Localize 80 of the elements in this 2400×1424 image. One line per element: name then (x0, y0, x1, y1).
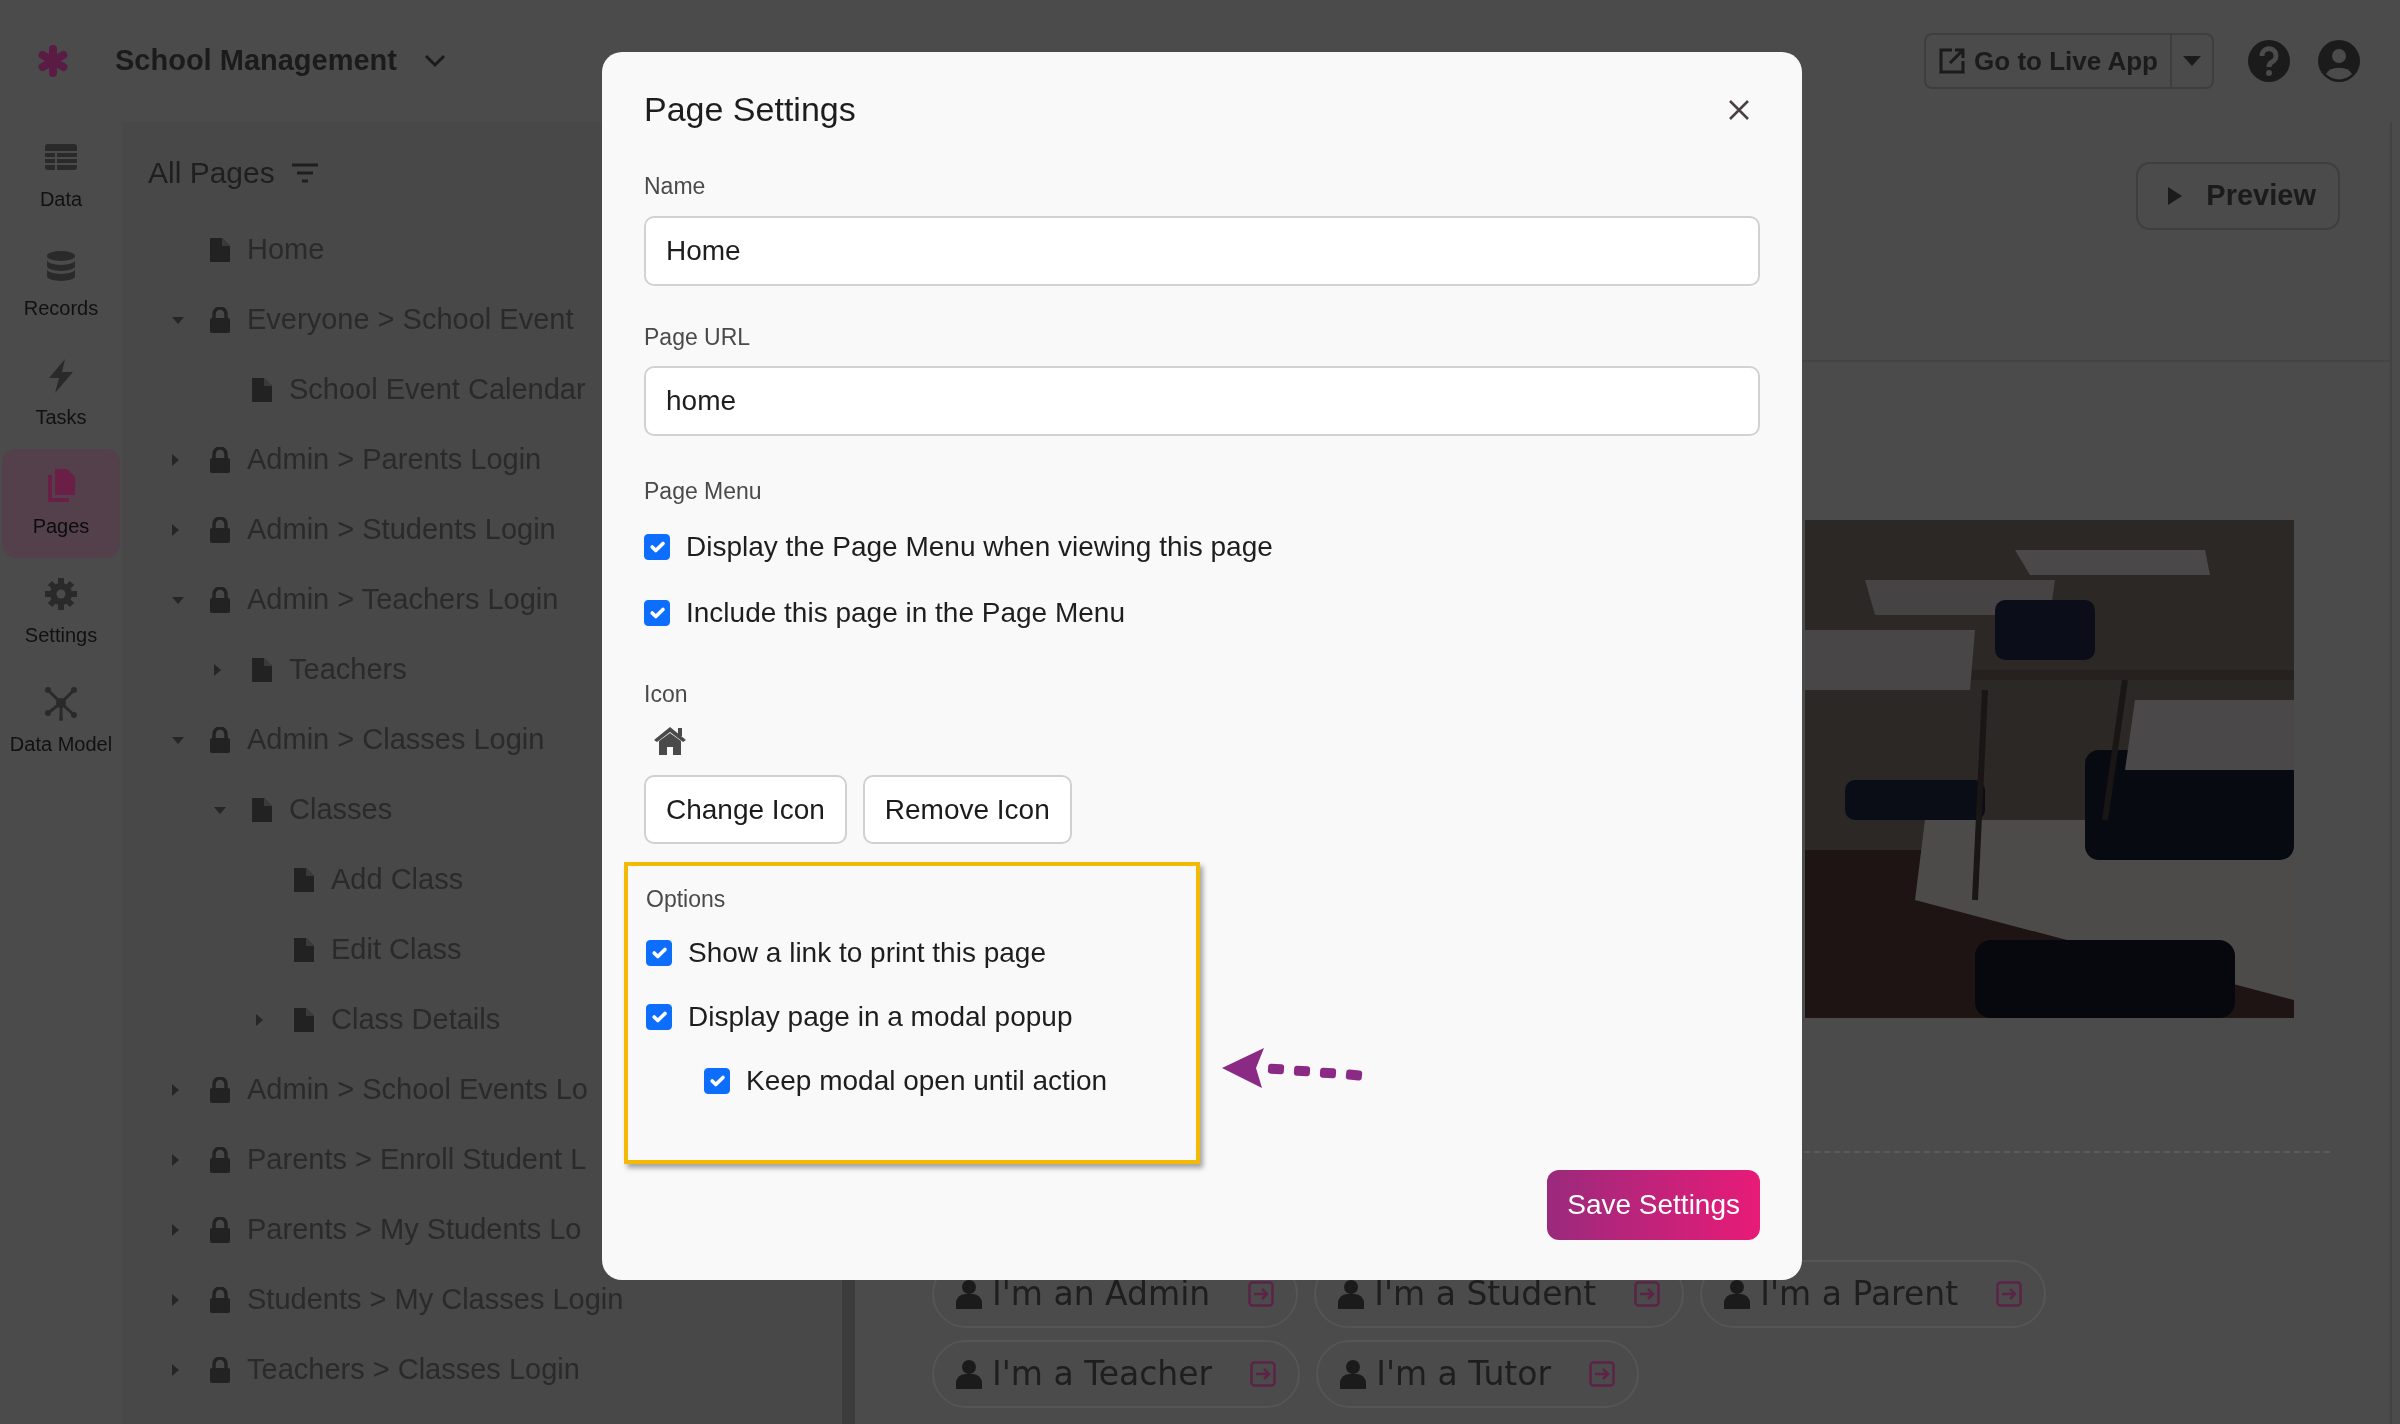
sign-in-icon (1250, 1361, 1277, 1387)
section-label: Options (646, 885, 727, 914)
file-icon (251, 657, 273, 683)
lock-icon (209, 1287, 231, 1313)
network-icon (43, 684, 79, 721)
caret-right-icon[interactable] (172, 524, 179, 536)
user-avatar-icon[interactable] (2318, 40, 2360, 82)
asterisk-logo-icon (36, 44, 70, 78)
lock-icon (209, 517, 231, 543)
sign-in-icon (1996, 1281, 2023, 1307)
lock-icon (209, 727, 231, 753)
file-icon (293, 1007, 315, 1033)
checkbox[interactable] (646, 1003, 672, 1030)
lock-icon (209, 1357, 231, 1383)
checkbox[interactable] (704, 1067, 730, 1094)
play-icon (2168, 187, 2183, 205)
file-icon (293, 937, 315, 963)
file-icon (251, 377, 273, 403)
user-icon (1338, 1279, 1365, 1309)
nav-item[interactable]: Settings (2, 558, 120, 667)
caret-right-icon[interactable] (172, 1364, 179, 1376)
help-icon[interactable] (2248, 40, 2290, 82)
user-icon (1340, 1359, 1367, 1389)
lock-icon (209, 1077, 231, 1103)
caret-down-icon (2183, 56, 2201, 66)
checkbox-label[interactable]: Show a link to print this page (688, 931, 1046, 974)
text-field[interactable]: home (644, 366, 1760, 436)
lock-icon (209, 1217, 231, 1243)
lock-icon (209, 307, 231, 333)
nav-item[interactable]: Data (2, 122, 120, 231)
sign-in-icon (1589, 1361, 1616, 1387)
nav-item[interactable]: Data Model (2, 667, 120, 776)
section-label: Page Menu (644, 477, 763, 506)
nav-item[interactable]: Records (2, 231, 120, 340)
house-icon (652, 725, 688, 755)
user-icon (956, 1359, 982, 1389)
caret-down-icon[interactable] (172, 736, 184, 744)
dialog-title: Page Settings (644, 89, 856, 130)
icon-button[interactable]: Remove Icon (862, 775, 1072, 844)
caret-right-icon[interactable] (172, 454, 179, 466)
lock-icon (209, 447, 231, 473)
icon-button[interactable]: Change Icon (644, 775, 847, 844)
section-label: Icon (644, 679, 689, 709)
sign-in-icon (1248, 1281, 1275, 1307)
checkbox[interactable] (646, 939, 672, 966)
checkbox[interactable] (644, 533, 670, 560)
caret-right-icon[interactable] (256, 1014, 263, 1026)
save-settings-button[interactable]: Save Settings (1547, 1170, 1760, 1240)
chevron-down-icon[interactable] (423, 53, 447, 69)
file-icon (251, 797, 273, 823)
nav-item[interactable]: Pages (2, 449, 120, 558)
caret-down-icon[interactable] (214, 806, 226, 814)
user-icon (956, 1279, 982, 1309)
caret-right-icon[interactable] (172, 1154, 179, 1166)
caret-down-icon[interactable] (172, 596, 184, 604)
external-link-icon (1938, 47, 1967, 75)
caret-down-icon[interactable] (172, 316, 184, 324)
text-field[interactable]: Home (644, 215, 1760, 286)
field-label: Name (644, 172, 707, 201)
sign-in-icon (1634, 1281, 1661, 1307)
caret-right-icon[interactable] (172, 1294, 179, 1306)
field-label: Page URL (644, 322, 752, 352)
lock-icon (209, 587, 231, 613)
close-icon (1728, 99, 1750, 122)
gear-icon (43, 575, 79, 612)
file-icon (209, 237, 231, 263)
checkbox-label[interactable]: Display page in a modal popup (688, 995, 1073, 1038)
nav-item[interactable]: Tasks (2, 340, 120, 449)
filter-icon[interactable] (290, 161, 319, 184)
lock-icon (209, 1147, 231, 1173)
file-icon (293, 867, 315, 893)
checkbox-label[interactable]: Include this page in the Page Menu (686, 591, 1125, 634)
caret-right-icon[interactable] (214, 664, 221, 676)
caret-right-icon[interactable] (172, 1224, 179, 1236)
checkbox-label[interactable]: Display the Page Menu when viewing this page (686, 525, 1273, 568)
checkbox[interactable] (644, 599, 670, 626)
caret-right-icon[interactable] (172, 1084, 179, 1096)
user-icon (1724, 1279, 1751, 1309)
checkbox-label[interactable]: Keep modal open until action (746, 1059, 1108, 1102)
dropdown-button[interactable] (2172, 33, 2214, 89)
